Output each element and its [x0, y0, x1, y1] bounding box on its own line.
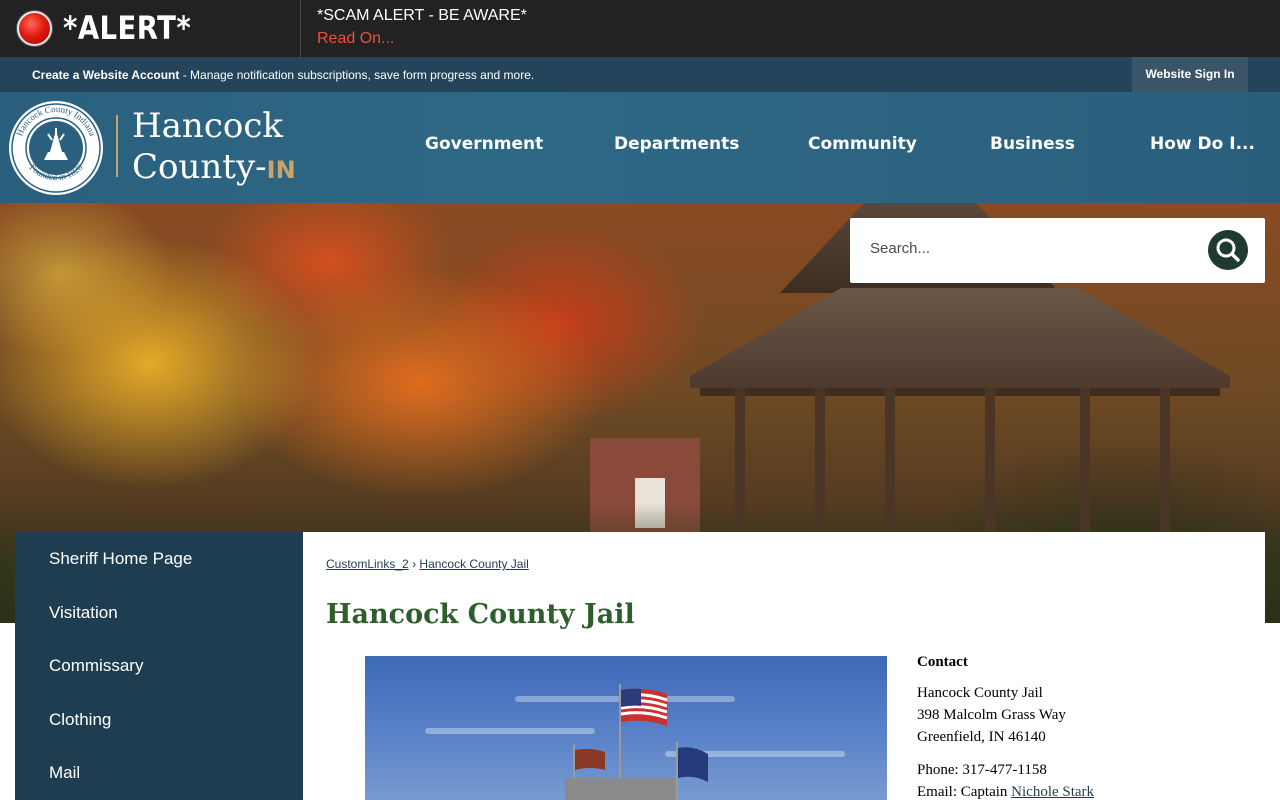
nav-business[interactable]: Business [990, 134, 1075, 154]
create-account-link[interactable]: Create a Website Account [32, 68, 179, 82]
gazebo-rail [700, 388, 1220, 396]
alert-headline: *SCAM ALERT - BE AWARE* [317, 7, 527, 24]
search-input[interactable] [870, 240, 1200, 257]
sidebar-item-commissary[interactable]: Commissary [49, 656, 143, 676]
search-box [850, 218, 1265, 283]
sign-in-button[interactable]: Website Sign In [1132, 57, 1248, 92]
logo-county: County- [132, 147, 267, 187]
jail-building [565, 778, 675, 800]
sidebar-item-visitation[interactable]: Visitation [49, 603, 118, 623]
contact-address-line-2: Greenfield, IN 46140 [917, 729, 1046, 745]
alert-indicator-icon [17, 11, 52, 46]
us-flag-icon [621, 688, 667, 726]
state-flag-icon [678, 747, 708, 782]
cloud [425, 728, 595, 734]
logo-line-2[interactable]: County-IN [132, 147, 296, 187]
sidebar-item-clothing[interactable]: Clothing [49, 710, 111, 730]
alert-divider [300, 0, 301, 57]
county-flag-icon [575, 748, 605, 770]
site-header: Hancock County Indiana Founded in 1828 H… [0, 92, 1280, 203]
gazebo-roof [690, 288, 1230, 388]
alert-bar: *ALERT* *SCAM ALERT - BE AWARE* Read On.… [0, 0, 1280, 57]
breadcrumb-link-customlinks[interactable]: CustomLinks_2 [326, 557, 409, 571]
search-button[interactable] [1208, 230, 1248, 270]
nav-community[interactable]: Community [808, 134, 917, 154]
contact-address-line-1: 398 Malcolm Grass Way [917, 707, 1066, 723]
sidebar-nav: Sheriff Home Page Visitation Commissary … [15, 532, 303, 800]
breadcrumb: CustomLinks_2 › Hancock County Jail [326, 557, 529, 571]
page-title: Hancock County Jail [326, 599, 635, 630]
contact-name: Hancock County Jail [917, 685, 1043, 701]
contact-heading: Contact [917, 654, 968, 670]
nav-how-do-i[interactable]: How Do I... [1150, 134, 1255, 154]
breadcrumb-separator: › [412, 557, 417, 571]
contact-email: Email: Captain Nichole Stark [917, 784, 1094, 800]
sidebar-item-mail[interactable]: Mail [49, 763, 80, 783]
logo-state: IN [266, 156, 296, 184]
contact-email-prefix: Email: Captain [917, 784, 1012, 800]
main-content: CustomLinks_2 › Hancock County Jail Hanc… [303, 532, 1265, 800]
sidebar-item-sheriff-home-page[interactable]: Sheriff Home Page [49, 549, 192, 569]
contact-phone: Phone: 317-477-1158 [917, 762, 1047, 778]
logo-divider [116, 115, 118, 177]
alert-title: *ALERT* [63, 9, 192, 47]
nav-government[interactable]: Government [425, 134, 543, 154]
account-description: - Manage notification subscriptions, sav… [179, 68, 535, 82]
account-bar: Create a Website Account - Manage notifi… [0, 57, 1280, 92]
nav-departments[interactable]: Departments [614, 134, 739, 154]
breadcrumb-link-jail[interactable]: Hancock County Jail [419, 557, 528, 571]
logo-line-1[interactable]: Hancock [132, 106, 283, 146]
jail-photo [365, 656, 887, 800]
account-notice: Create a Website Account - Manage notifi… [32, 68, 534, 82]
county-seal-logo[interactable]: Hancock County Indiana Founded in 1828 [8, 100, 104, 196]
contact-email-link[interactable]: Nichole Stark [1011, 784, 1094, 800]
search-icon [1216, 238, 1240, 262]
alert-read-on-link[interactable]: Read On... [317, 30, 394, 48]
